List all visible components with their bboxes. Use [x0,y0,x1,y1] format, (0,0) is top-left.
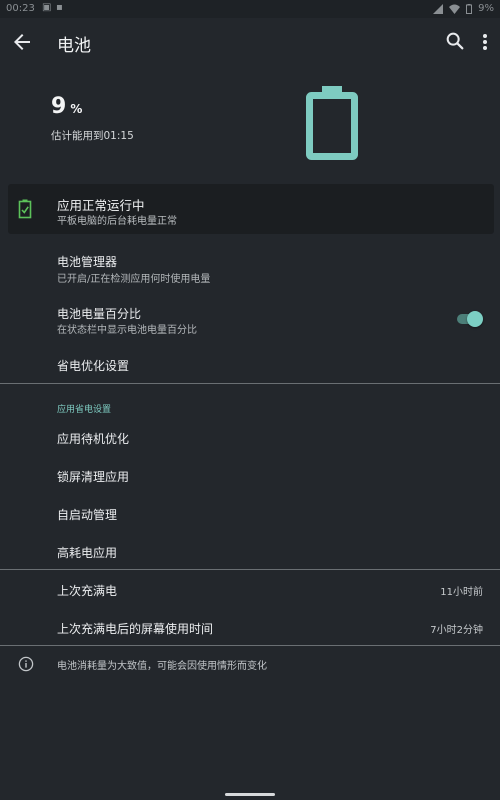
search-icon[interactable] [444,30,466,52]
list-item-title: 高耗电应用 [57,546,118,560]
power-saving-settings-title: 省电优化设置 [57,359,130,373]
screen-time-value: 7小时2分钟 [430,625,483,636]
status-bar: 00:23 ▣ ▪ 9% [0,0,500,18]
app-power-section-header: 应用省电设置 [57,405,112,415]
battery-manager-subtitle: 已开启/正在检测应用何时使用电量 [57,274,211,285]
screen-time-item: 上次充满电后的屏幕使用时间 7小时2分钟 [0,610,500,644]
battery-percentage-title: 电池电量百分比 [57,307,142,321]
battery-percentage-subtitle: 在状态栏中显示电池电量百分比 [57,325,197,336]
battery-percentage-item[interactable]: 电池电量百分比 在状态栏中显示电池电量百分比 [0,296,500,342]
battery-icon [466,3,473,14]
battery-footnote: 电池消耗量为大致值，可能会因使用情形而变化 [0,650,500,680]
arrow-left-icon[interactable] [10,30,34,54]
battery-estimate: 估计能用到01:15 [51,130,134,142]
auto-start-management-item[interactable]: 自启动管理 [0,496,500,530]
battery-percent-value: 9 [51,94,67,119]
battery-percentage-toggle[interactable] [455,311,483,327]
battery-large-icon [306,86,358,160]
sim-icon: ▣ [42,2,52,13]
divider [0,569,500,570]
more-vert-icon[interactable] [476,30,494,54]
last-full-charge-title: 上次充满电 [57,584,118,598]
last-full-charge-item: 上次充满电 11小时前 [0,572,500,606]
navigation-handle[interactable] [225,793,275,796]
battery-summary: 9% 估计能用到01:15 [0,66,500,181]
screen-time-title: 上次充满电后的屏幕使用时间 [57,622,214,636]
wifi-icon [449,4,461,14]
list-item-title: 自启动管理 [57,508,118,522]
status-icons: 9% [433,3,494,14]
list-item-title: 应用待机优化 [57,432,130,446]
battery-manager-item[interactable]: 电池管理器 已开启/正在检测应用何时使用电量 [0,244,500,290]
lock-screen-cleanup-item[interactable]: 锁屏清理应用 [0,458,500,492]
signal-icon [433,3,444,14]
image-icon: ▪ [56,2,63,13]
status-time: 00:23 [6,3,35,14]
app-status-subtitle: 平板电脑的后台耗电量正常 [57,216,177,227]
battery-percent-unit: % [70,102,83,116]
toggle-thumb [467,311,483,327]
page-title: 电池 [57,36,91,56]
divider [0,383,500,384]
battery-ok-icon [18,199,32,219]
last-full-charge-value: 11小时前 [440,587,483,598]
high-power-apps-item[interactable]: 高耗电应用 [0,534,500,568]
app-bar: 电池 [0,18,500,66]
info-icon [18,656,34,672]
battery-percent: 9% [51,94,82,119]
app-status-card[interactable]: 应用正常运行中 平板电脑的后台耗电量正常 [8,184,494,234]
power-saving-settings-item[interactable]: 省电优化设置 [0,347,500,381]
app-standby-optimization-item[interactable]: 应用待机优化 [0,420,500,454]
battery-manager-title: 电池管理器 [57,255,118,269]
status-battery-percent: 9% [478,3,494,14]
divider [0,645,500,646]
footnote-text: 电池消耗量为大致值，可能会因使用情形而变化 [57,661,267,672]
list-item-title: 锁屏清理应用 [57,470,130,484]
